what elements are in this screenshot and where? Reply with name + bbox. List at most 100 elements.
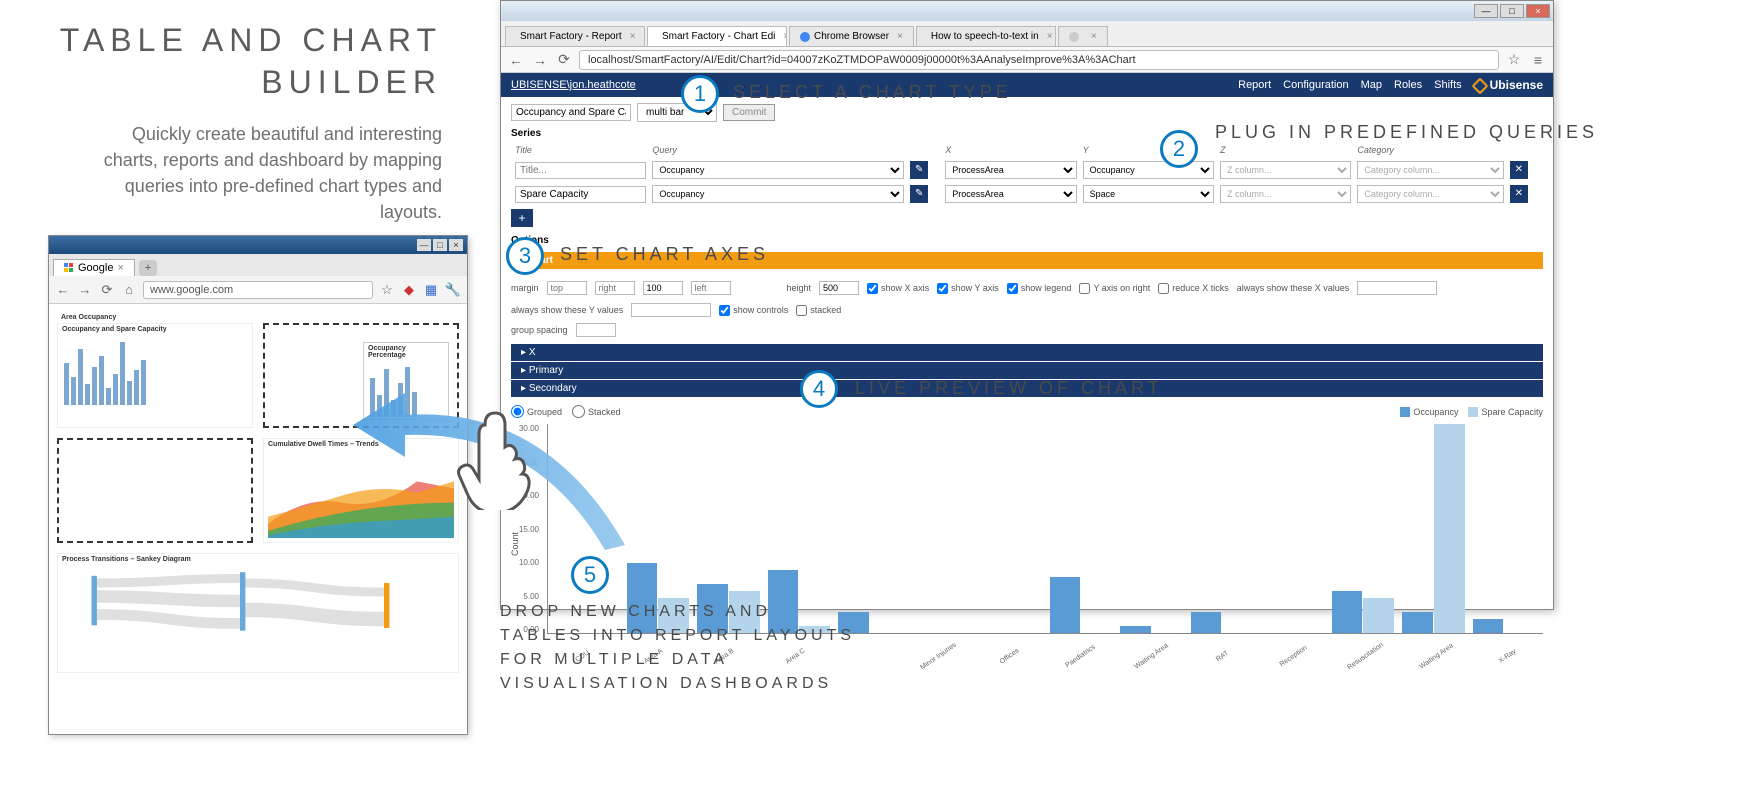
maximize-icon[interactable]: □: [433, 239, 447, 251]
always-x-input[interactable]: [1357, 281, 1437, 295]
show-controls-checkbox[interactable]: [719, 305, 730, 316]
nav-configuration[interactable]: Configuration: [1283, 79, 1348, 91]
browser-tab[interactable]: Chrome Browser×: [789, 26, 914, 46]
extension-icon[interactable]: ◆: [401, 282, 417, 298]
callout-num-4: 4: [800, 370, 838, 408]
maximize-icon[interactable]: □: [1500, 4, 1524, 18]
new-tab-button[interactable]: +: [139, 260, 157, 276]
callout-num-2: 2: [1160, 130, 1198, 168]
nav-shifts[interactable]: Shifts: [1434, 79, 1462, 91]
bar: [1332, 591, 1363, 633]
forward-icon[interactable]: →: [77, 282, 93, 298]
close-icon[interactable]: ×: [1526, 4, 1550, 18]
series-table: Title Query X Y Z Category Occupancy✎Pro…: [511, 141, 1543, 207]
browser-tab[interactable]: Smart Factory - Chart Edi×: [647, 26, 787, 46]
series-z-select[interactable]: Z column...: [1220, 185, 1351, 203]
show-legend-checkbox[interactable]: [1007, 283, 1018, 294]
show-x-checkbox[interactable]: [867, 283, 878, 294]
show-y-checkbox[interactable]: [937, 283, 948, 294]
margin-right-input[interactable]: [595, 281, 635, 295]
series-title-input[interactable]: [515, 186, 646, 203]
stacked-radio[interactable]: [572, 405, 585, 418]
series-x-select[interactable]: ProcessArea: [945, 161, 1076, 179]
mini-tabs: Google × +: [49, 254, 467, 276]
page-title: TABLE AND CHART BUILDER: [0, 0, 470, 103]
y-right-checkbox[interactable]: [1079, 283, 1090, 294]
delete-series-button[interactable]: ✕: [1510, 161, 1528, 179]
app-header: UBISENSE\jon.heathcote Report Configurat…: [501, 73, 1553, 97]
browser-tab[interactable]: ×: [1058, 26, 1108, 46]
stacked-checkbox[interactable]: [796, 305, 807, 316]
star-icon[interactable]: ☆: [1505, 51, 1523, 69]
browser-tab[interactable]: Smart Factory - Report×: [505, 26, 645, 46]
reload-icon[interactable]: ⟳: [99, 282, 115, 298]
series-cat-select[interactable]: Category column...: [1357, 161, 1503, 179]
tab-close-icon[interactable]: ×: [117, 262, 123, 274]
minimize-icon[interactable]: —: [417, 239, 431, 251]
browser-tab[interactable]: How to speech-to-text in×: [916, 26, 1056, 46]
bar: [1434, 424, 1465, 633]
mini-tab-google[interactable]: Google ×: [53, 259, 135, 276]
home-icon[interactable]: ⌂: [121, 282, 137, 298]
series-y-select[interactable]: Space: [1083, 185, 1214, 203]
series-cat-select[interactable]: Category column...: [1357, 185, 1503, 203]
drop-target-2[interactable]: [57, 438, 253, 543]
close-icon[interactable]: ×: [449, 239, 463, 251]
margin-left-input[interactable]: [691, 281, 731, 295]
commit-button[interactable]: Commit: [723, 104, 775, 121]
star-icon[interactable]: ☆: [379, 282, 395, 298]
height-input[interactable]: [819, 281, 859, 295]
mini-url-field[interactable]: www.google.com: [143, 281, 373, 299]
chart-name-input[interactable]: [511, 104, 631, 121]
always-y-input[interactable]: [631, 303, 711, 317]
callout-3: SET CHART AXES: [560, 244, 769, 265]
brand: Ubisense: [1474, 78, 1543, 92]
app-nav: Report Configuration Map Roles Shifts Ub…: [1238, 78, 1543, 92]
edit-series-button[interactable]: ✎: [910, 185, 928, 203]
back-icon[interactable]: ←: [55, 282, 71, 298]
mini-bar-chart-1: Occupancy and Spare Capacity: [57, 323, 253, 428]
extension-icon-2[interactable]: ▦: [423, 282, 439, 298]
series-y-select[interactable]: Occupancy: [1083, 161, 1214, 179]
back-icon[interactable]: ←: [507, 51, 525, 69]
nav-roles[interactable]: Roles: [1394, 79, 1422, 91]
nav-map[interactable]: Map: [1361, 79, 1382, 91]
mini-bar-chart-2[interactable]: Occupancy Percentage: [363, 342, 449, 420]
axes-settings-row: margin height show X axis show Y axis sh…: [501, 275, 1553, 323]
series-x-select[interactable]: ProcessArea: [945, 185, 1076, 203]
always-y-label: always show these Y values: [511, 305, 623, 315]
margin-bottom-input[interactable]: [643, 281, 683, 295]
edit-series-button[interactable]: ✎: [910, 161, 928, 179]
series-query-select[interactable]: Occupancy: [652, 161, 904, 179]
series-title-input[interactable]: [515, 162, 646, 179]
margin-top-input[interactable]: [547, 281, 587, 295]
reduce-x-checkbox[interactable]: [1158, 283, 1169, 294]
add-series-button[interactable]: +: [511, 209, 533, 227]
grouped-radio[interactable]: [511, 405, 524, 418]
always-x-label: always show these X values: [1237, 283, 1350, 293]
bar: [1191, 612, 1222, 633]
legend-swatch-2: [1468, 407, 1478, 417]
menu-icon[interactable]: ≡: [1529, 51, 1547, 69]
mini-section-title: Area Occupancy: [57, 312, 459, 323]
callout-num-1: 1: [681, 75, 719, 113]
callout-num-3: 3: [506, 237, 544, 275]
user-link[interactable]: UBISENSE\jon.heathcote: [511, 79, 636, 91]
nav-report[interactable]: Report: [1238, 79, 1271, 91]
series-query-select[interactable]: Occupancy: [652, 185, 904, 203]
window-titlebar: — □ ×: [501, 1, 1553, 21]
bar: [1363, 598, 1394, 633]
series-z-select[interactable]: Z column...: [1220, 161, 1351, 179]
url-field[interactable]: localhost/SmartFactory/AI/Edit/Chart?id=…: [579, 50, 1499, 70]
accordion-primary[interactable]: ▸ Primary: [511, 362, 1543, 379]
delete-series-button[interactable]: ✕: [1510, 185, 1528, 203]
ubisense-logo-icon: [1471, 77, 1488, 94]
wrench-icon[interactable]: 🔧: [445, 282, 461, 298]
forward-icon[interactable]: →: [531, 51, 549, 69]
callout-5: DROP NEW CHARTS AND TABLES INTO REPORT L…: [500, 600, 860, 696]
reload-icon[interactable]: ⟳: [555, 51, 573, 69]
minimize-icon[interactable]: —: [1474, 4, 1498, 18]
group-spacing-input[interactable]: [576, 323, 616, 337]
browser-tabs: Smart Factory - Report×Smart Factory - C…: [501, 21, 1553, 47]
accordion-x[interactable]: ▸ X: [511, 344, 1543, 361]
